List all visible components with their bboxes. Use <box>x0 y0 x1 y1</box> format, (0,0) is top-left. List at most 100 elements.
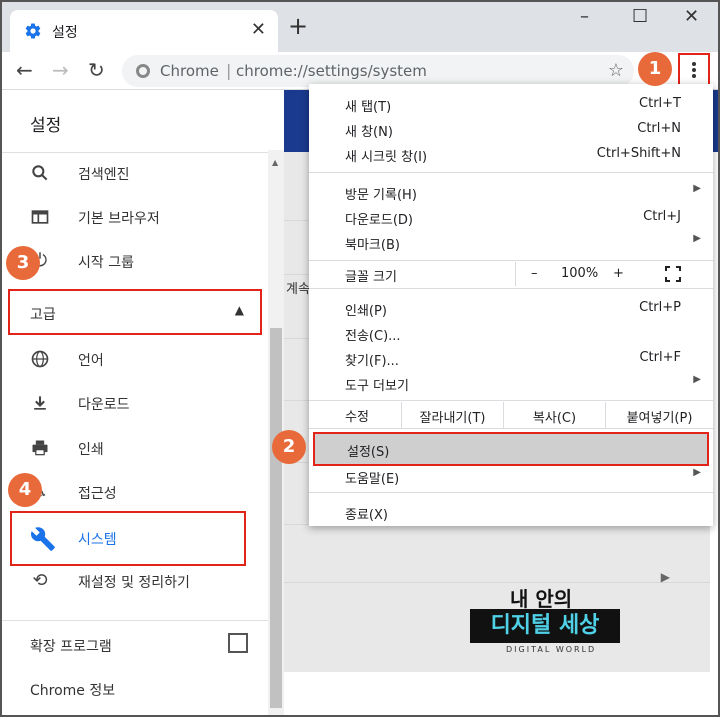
search-icon <box>30 163 50 183</box>
cut-button[interactable]: 잘라내기(T) <box>401 402 503 428</box>
sidebar-item-print[interactable]: 인쇄 <box>0 431 268 467</box>
menu-item-shortcut: Ctrl+P <box>639 300 681 315</box>
zoom-out-button[interactable]: – <box>531 266 538 281</box>
sidebar-item-label: 재설정 및 정리하기 <box>78 575 190 591</box>
menu-item-label: 종료(X) <box>345 508 388 523</box>
menu-item-shortcut: Ctrl+N <box>637 121 681 136</box>
menu-item-find[interactable]: 찾기(F)... Ctrl+F <box>309 346 713 370</box>
scrollbar-thumb[interactable] <box>270 328 282 708</box>
menu-item-settings[interactable]: 설정(S) <box>313 432 709 466</box>
paste-button[interactable]: 붙여넣기(P) <box>605 402 713 428</box>
step-badge-4: 4 <box>8 473 42 507</box>
menu-item-label: 북마크(B) <box>345 238 400 253</box>
minimize-button[interactable]: – <box>580 6 589 27</box>
settings-heading: 설정 <box>30 116 62 136</box>
menu-item-more-tools[interactable]: 도구 더보기 ▶ <box>309 371 713 395</box>
menu-item-label: 방문 기록(H) <box>345 188 417 203</box>
open-in-new-icon[interactable] <box>228 633 248 653</box>
sidebar-item-about[interactable]: Chrome 정보 <box>30 680 115 700</box>
sidebar-item-search-engine[interactable]: 검색엔진 <box>0 156 268 192</box>
chrome-logo-icon <box>136 64 150 78</box>
advanced-label: 고급 <box>30 307 56 323</box>
menu-separator <box>309 172 713 173</box>
sidebar-item-label: 검색엔진 <box>78 167 130 183</box>
menu-item-exit[interactable]: 종료(X) <box>309 500 713 524</box>
menu-item-print[interactable]: 인쇄(P) Ctrl+P <box>309 296 713 320</box>
sidebar-item-label: 기본 브라우저 <box>78 211 160 227</box>
sidebar-item-downloads[interactable]: 다운로드 <box>0 386 268 422</box>
menu-item-cast[interactable]: 전송(C)... <box>309 321 713 345</box>
menu-item-bookmarks[interactable]: 북마크(B) ▶ <box>309 230 713 254</box>
sidebar-item-default-browser[interactable]: 기본 브라우저 <box>0 200 268 236</box>
tab-title: 설정 <box>52 25 78 41</box>
sidebar-item-label: 인쇄 <box>78 442 104 458</box>
download-icon <box>30 393 50 413</box>
close-window-button[interactable]: ✕ <box>684 6 699 27</box>
partial-text: 계속 <box>286 282 310 297</box>
menu-item-incognito[interactable]: 새 시크릿 창(I) Ctrl+Shift+N <box>309 142 713 166</box>
submenu-arrow-icon: ▶ <box>693 467 701 478</box>
menu-separator <box>309 400 713 401</box>
menu-separator <box>309 260 713 261</box>
menu-item-shortcut: Ctrl+F <box>639 350 681 365</box>
watermark-line3: DIGITAL WORLD <box>506 645 597 654</box>
sidebar-item-label: 시스템 <box>78 532 117 548</box>
sidebar-item-extensions[interactable]: 확장 프로그램 <box>30 636 112 656</box>
sidebar-item-startup[interactable]: ⏻ 시작 그룹 <box>0 244 268 280</box>
menu-item-label: 설정(S) <box>347 445 390 460</box>
sidebar-item-advanced[interactable]: 고급 ▲ <box>8 289 262 335</box>
bookmark-star-icon[interactable]: ☆ <box>608 60 624 81</box>
menu-item-label: 도구 더보기 <box>345 379 409 394</box>
menu-item-label: 수정 <box>345 410 369 425</box>
forward-arrow-icon[interactable]: → <box>52 58 69 82</box>
sidebar-item-reset[interactable]: ⟲ 재설정 및 정리하기 <box>0 564 268 600</box>
menu-item-downloads[interactable]: 다운로드(D) Ctrl+J <box>309 205 713 229</box>
tab-strip: 설정 ✕ + – ☐ ✕ <box>0 0 720 52</box>
scroll-up-arrow-icon[interactable]: ▲ <box>272 158 278 167</box>
menu-item-label: 다운로드(D) <box>345 213 413 228</box>
menu-separator <box>309 288 713 289</box>
fullscreen-icon[interactable] <box>665 266 681 282</box>
sidebar-item-label: 시작 그룹 <box>78 255 134 271</box>
sidebar-item-system[interactable]: 시스템 <box>10 511 246 566</box>
address-bar[interactable]: Chrome | chrome://settings/system ☆ <box>122 55 634 87</box>
zoom-in-button[interactable]: + <box>613 266 624 281</box>
menu-item-new-tab[interactable]: 새 탭(T) Ctrl+T <box>309 92 713 116</box>
maximize-button[interactable]: ☐ <box>632 6 648 27</box>
menu-item-history[interactable]: 방문 기록(H) ▶ <box>309 180 713 204</box>
menu-item-shortcut: Ctrl+J <box>643 209 681 224</box>
tab-close-icon[interactable]: ✕ <box>251 19 266 40</box>
menu-item-label: 글꼴 크기 <box>345 270 397 285</box>
watermark-line1: 내 안의 <box>510 587 573 611</box>
submenu-arrow-icon: ▶ <box>693 374 701 385</box>
menu-item-zoom: 글꼴 크기 – 100% + <box>309 262 713 286</box>
step-badge-1: 1 <box>638 52 672 86</box>
back-arrow-icon[interactable]: ← <box>16 58 33 82</box>
tab-settings[interactable]: 설정 ✕ <box>10 10 278 52</box>
site-label: Chrome <box>160 62 219 80</box>
new-tab-button[interactable]: + <box>288 14 308 38</box>
chevron-right-icon[interactable]: ▶ <box>661 570 670 584</box>
menu-item-help[interactable]: 도움말(E) ▶ <box>309 464 713 488</box>
chrome-menu-button[interactable] <box>678 53 710 87</box>
settings-sidebar: 설정 검색엔진 기본 브라우저 ⏻ 시작 그룹 고급 ▲ 언어 다운로드 인쇄 … <box>0 90 268 717</box>
menu-item-label: 전송(C)... <box>345 329 401 344</box>
reload-icon[interactable]: ↻ <box>88 58 105 82</box>
menu-item-label: 찾기(F)... <box>345 354 399 369</box>
menu-item-edit: 수정 잘라내기(T) 복사(C) 붙여넣기(P) <box>309 402 713 428</box>
caret-up-icon: ▲ <box>234 303 244 317</box>
sidebar-item-label: 다운로드 <box>78 397 130 413</box>
menu-item-label: 새 탭(T) <box>345 100 392 115</box>
sidebar-item-language[interactable]: 언어 <box>0 342 268 378</box>
menu-separator <box>309 428 713 429</box>
step-badge-2: 2 <box>272 430 306 464</box>
chrome-menu: 새 탭(T) Ctrl+T 새 창(N) Ctrl+N 새 시크릿 창(I) C… <box>309 84 713 526</box>
divider <box>0 620 268 621</box>
watermark-line2: 디지털 세상 <box>470 609 620 643</box>
menu-item-label: 새 시크릿 창(I) <box>345 150 428 165</box>
step-badge-3: 3 <box>6 246 40 280</box>
wrench-icon <box>31 527 55 551</box>
menu-item-new-window[interactable]: 새 창(N) Ctrl+N <box>309 117 713 141</box>
copy-button[interactable]: 복사(C) <box>503 402 605 428</box>
submenu-arrow-icon: ▶ <box>693 183 701 194</box>
